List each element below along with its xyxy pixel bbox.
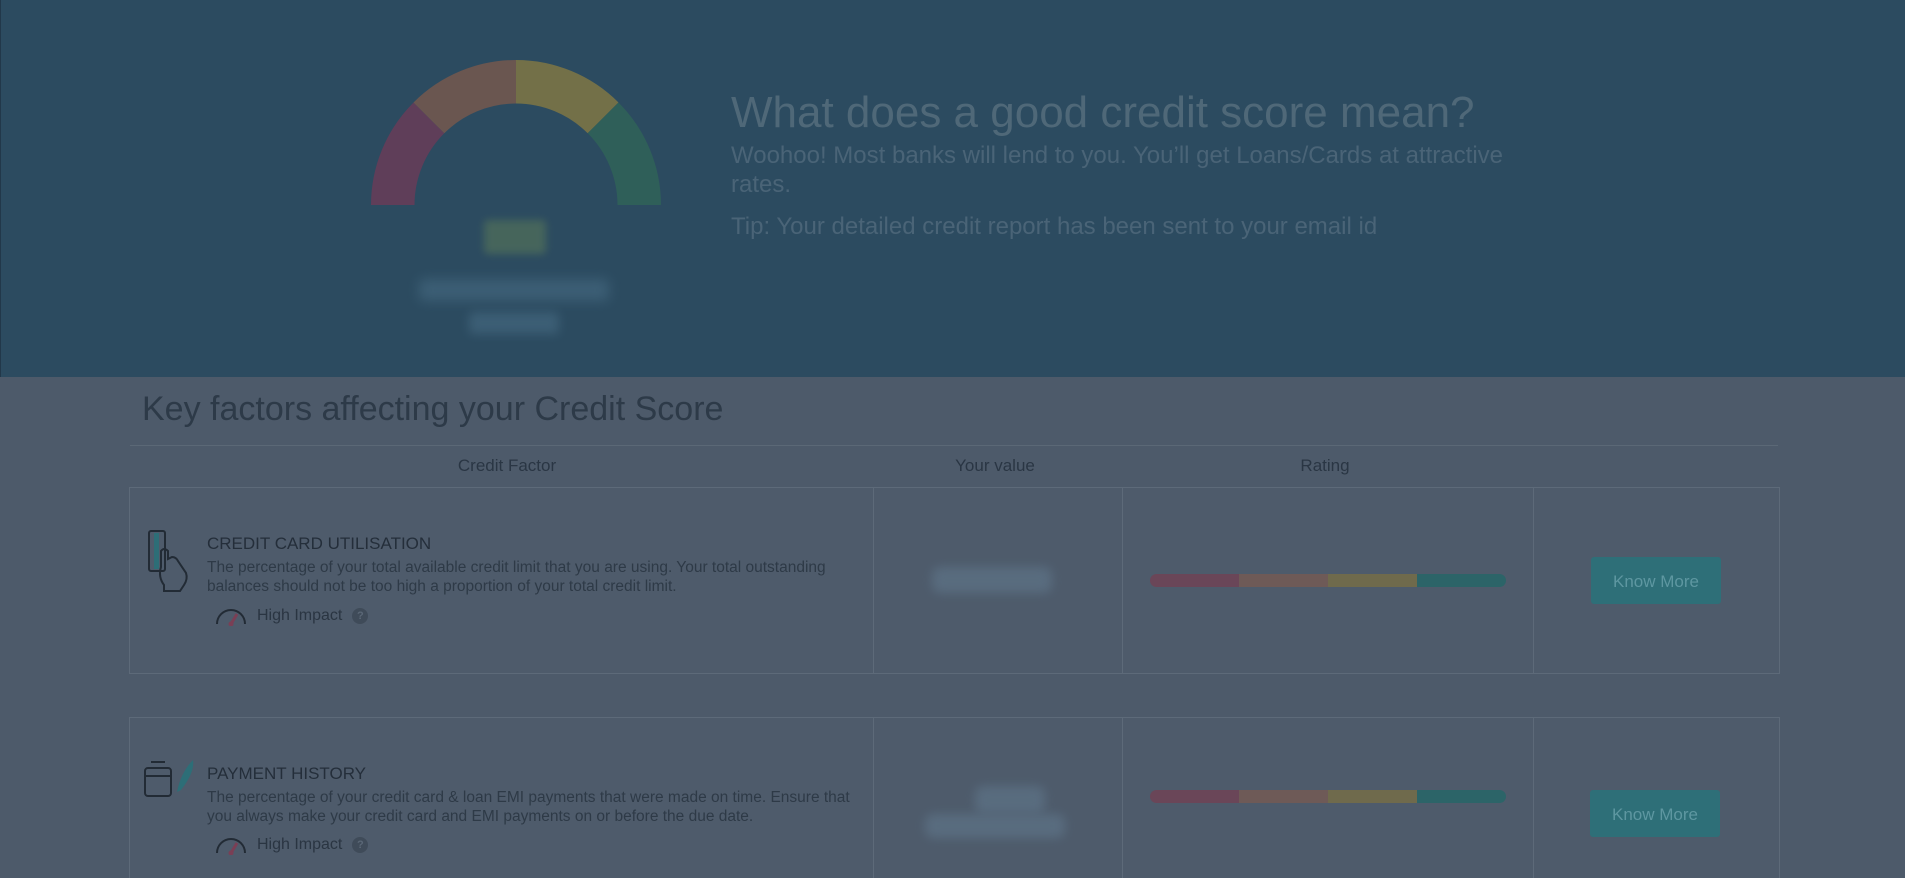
factor-value-hidden [925, 814, 1065, 838]
column-header-value: Your value [955, 456, 1035, 475]
rating-bar [1150, 574, 1506, 587]
column-divider [1533, 488, 1534, 673]
impact-label: High Impact [257, 607, 343, 624]
rating-segment [1328, 574, 1417, 587]
column-divider [1122, 488, 1123, 673]
section-divider [130, 445, 1778, 446]
impact-label: High Impact [257, 836, 343, 853]
rating-segment [1150, 790, 1239, 803]
factor-card-payment-history: PAYMENT HISTORY The percentage of your c… [129, 717, 1780, 878]
rating-bar [1150, 790, 1506, 803]
score-rating-hidden [419, 279, 609, 301]
speedometer-icon [216, 609, 246, 626]
column-header-factor: Credit Factor [457, 456, 557, 475]
rating-segment [1150, 574, 1239, 587]
column-header-rating: Rating [1300, 456, 1350, 475]
section-title: Key factors affecting your Credit Score [142, 390, 724, 428]
score-sublabel-hidden [469, 312, 559, 334]
factor-value-hidden [932, 567, 1052, 593]
impact-indicator: High Impact ? [214, 605, 369, 627]
rating-segment [1417, 790, 1506, 803]
factor-description: The percentage of your total available c… [207, 559, 826, 595]
column-divider [873, 718, 874, 878]
rating-segment [1239, 790, 1328, 803]
know-more-button[interactable]: Know More [1591, 557, 1721, 604]
impact-indicator: High Impact ? [214, 834, 369, 856]
rating-segment [1328, 790, 1417, 803]
hero-tip: Tip: Your detailed credit report has bee… [731, 213, 1378, 240]
column-divider [1533, 718, 1534, 878]
factor-description: The percentage of your credit card & loa… [207, 789, 850, 825]
payment-history-icon [144, 760, 194, 797]
column-divider [1122, 718, 1123, 878]
help-icon[interactable]: ? [352, 608, 369, 624]
hero-title: What does a good credit score mean? [731, 88, 1475, 137]
hero-description: Woohoo! Most banks will lend to you. You… [731, 142, 1503, 198]
factor-card-credit-card-utilisation: CREDIT CARD UTILISATION The percentage o… [129, 487, 1780, 674]
speedometer-icon [216, 838, 246, 855]
factor-title: PAYMENT HISTORY [207, 764, 367, 783]
help-icon[interactable]: ? [352, 837, 369, 853]
factor-value-hidden [975, 786, 1045, 814]
score-hero-banner: What does a good credit score mean? Wooh… [0, 0, 1905, 377]
credit-score-gauge [371, 60, 661, 205]
factor-title: CREDIT CARD UTILISATION [207, 534, 432, 553]
rating-segment [1417, 574, 1506, 587]
credit-card-hand-icon [148, 530, 188, 592]
know-more-button[interactable]: Know More [1590, 790, 1720, 837]
column-divider [873, 488, 874, 673]
score-value-hidden [484, 220, 546, 254]
rating-segment [1239, 574, 1328, 587]
